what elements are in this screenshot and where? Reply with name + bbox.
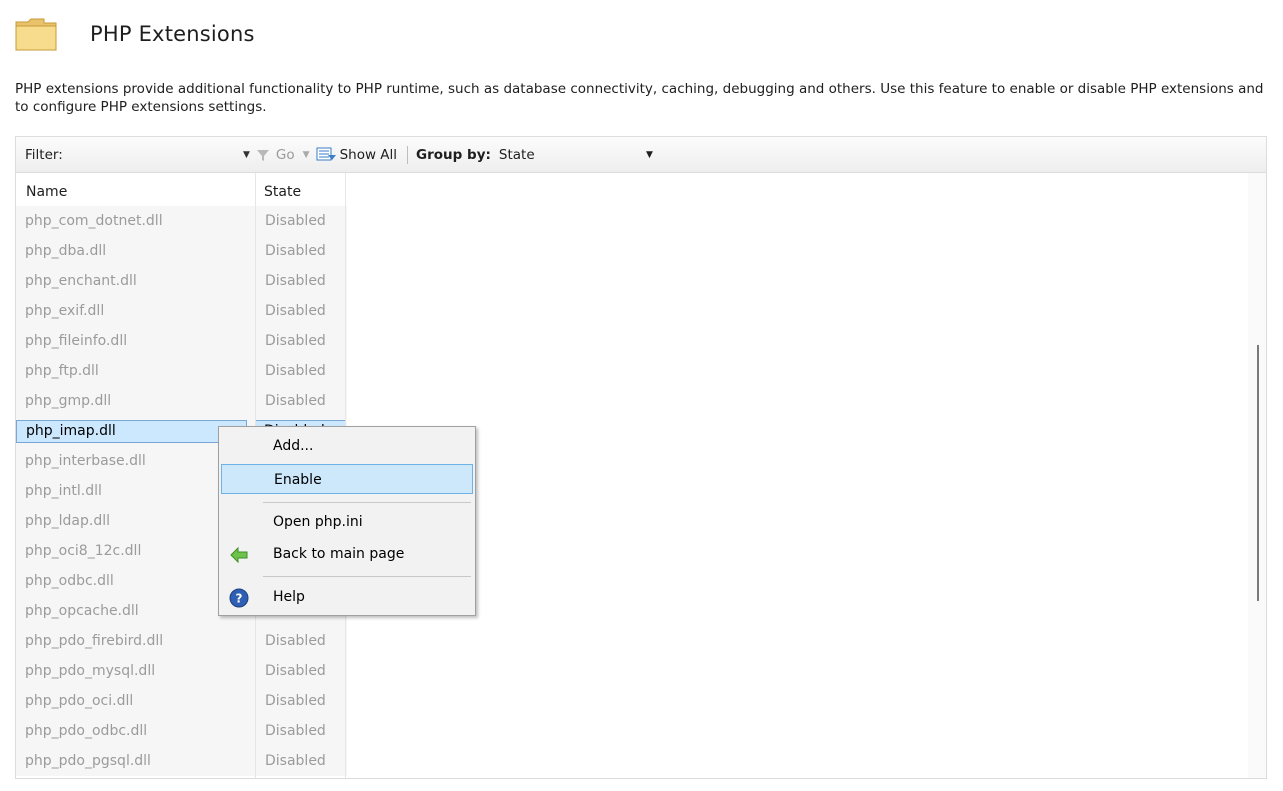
extension-name: php_opcache.dll bbox=[25, 603, 139, 619]
show-all-button[interactable]: Show All bbox=[316, 146, 397, 164]
group-by-value: State bbox=[498, 146, 535, 163]
extension-state: Disabled bbox=[265, 213, 326, 229]
funnel-icon bbox=[256, 149, 269, 161]
go-button[interactable]: Go bbox=[256, 147, 295, 163]
extension-name: php_pdo_oci.dll bbox=[25, 693, 134, 709]
extension-state: Disabled bbox=[265, 393, 326, 409]
extension-name: php_ftp.dll bbox=[25, 363, 99, 379]
show-all-icon bbox=[316, 147, 336, 160]
extension-name: php_pdo_mysql.dll bbox=[25, 663, 156, 679]
table-row[interactable]: php_gmp.dll Disabled bbox=[16, 386, 347, 416]
menu-separator bbox=[263, 576, 471, 577]
show-all-label: Show All bbox=[339, 146, 398, 163]
extensions-list: Name ^ State php_com_dotnet.dllDisabledp… bbox=[15, 172, 1267, 779]
table-row[interactable]: php_enchant.dll Disabled bbox=[16, 266, 347, 296]
table-row[interactable]: php_pdo_firebird.dll Disabled bbox=[16, 626, 347, 656]
extension-name: php_intl.dll bbox=[25, 483, 102, 499]
svg-text:?: ? bbox=[236, 592, 243, 606]
table-row[interactable]: php_pdo_mysql.dll Disabled bbox=[16, 656, 347, 686]
help-icon: ? bbox=[229, 588, 249, 608]
menu-item-label: Back to main page bbox=[273, 546, 405, 562]
filter-toolbar: Filter: ▼ Go ▼ Show All Group by: State … bbox=[15, 136, 1267, 172]
extension-name: php_pdo_pgsql.dll bbox=[25, 753, 151, 769]
scrollbar-thumb[interactable] bbox=[1257, 345, 1259, 601]
table-row[interactable]: php_exif.dll Disabled bbox=[16, 296, 347, 326]
group-by-select[interactable]: State ▼ bbox=[499, 147, 659, 163]
page-title: PHP Extensions bbox=[90, 22, 255, 46]
extension-state: Disabled bbox=[265, 633, 326, 649]
table-row[interactable]: php_fileinfo.dll Disabled bbox=[16, 326, 347, 356]
menu-item-enable[interactable]: Enable bbox=[221, 464, 473, 494]
sort-ascending-icon: ^ bbox=[134, 173, 143, 174]
toolbar-divider bbox=[407, 145, 409, 164]
extension-state: Disabled bbox=[265, 663, 326, 679]
menu-item-back-to-main[interactable]: Back to main page bbox=[221, 539, 473, 569]
menu-separator bbox=[263, 502, 471, 503]
filter-label: Filter: bbox=[25, 146, 63, 163]
context-menu: Add... Enable Open php.ini Back to main … bbox=[218, 426, 476, 616]
extension-name: php_fileinfo.dll bbox=[25, 333, 128, 349]
menu-item-label: Help bbox=[273, 589, 305, 605]
extension-state: Disabled bbox=[265, 753, 326, 769]
extension-name: php_ldap.dll bbox=[25, 513, 111, 529]
table-row[interactable]: php_dba.dll Disabled bbox=[16, 236, 347, 266]
extension-state: Disabled bbox=[265, 273, 326, 289]
menu-item-open-php-ini[interactable]: Open php.ini bbox=[221, 507, 473, 537]
extension-name: php_gmp.dll bbox=[25, 393, 112, 409]
extension-name: php_odbc.dll bbox=[25, 573, 114, 589]
extension-name: php_pdo_odbc.dll bbox=[25, 723, 148, 739]
table-row[interactable]: php_pdo_odbc.dll Disabled bbox=[16, 716, 347, 746]
go-dropdown-icon[interactable]: ▼ bbox=[303, 150, 310, 160]
group-by-label: Group by: bbox=[416, 146, 491, 163]
table-row[interactable]: php_pdo_oci.dll Disabled bbox=[16, 686, 347, 716]
filter-input[interactable] bbox=[71, 142, 235, 167]
extension-name: php_com_dotnet.dll bbox=[25, 213, 163, 229]
extension-name: php_dba.dll bbox=[25, 243, 107, 259]
extension-name: php_oci8_12c.dll bbox=[25, 543, 142, 559]
page-description: PHP extensions provide additional functi… bbox=[15, 81, 1264, 115]
table-row[interactable]: php_com_dotnet.dll Disabled bbox=[16, 206, 347, 236]
extension-name: php_interbase.dll bbox=[25, 453, 146, 469]
extension-state: Disabled bbox=[265, 363, 326, 379]
table-row[interactable]: php_pdo_pgsql.dll Disabled bbox=[16, 746, 347, 776]
extension-state: Disabled bbox=[265, 243, 326, 259]
extension-name: php_pdo_firebird.dll bbox=[25, 633, 164, 649]
extension-state: Disabled bbox=[265, 693, 326, 709]
menu-item-label: Enable bbox=[274, 472, 322, 488]
extension-state: Disabled bbox=[265, 333, 326, 349]
filter-dropdown-icon[interactable]: ▼ bbox=[243, 150, 250, 160]
go-label: Go bbox=[275, 146, 295, 163]
menu-item-add[interactable]: Add... bbox=[221, 431, 473, 461]
extension-name: php_enchant.dll bbox=[25, 273, 137, 289]
chevron-down-icon: ▼ bbox=[645, 149, 653, 160]
extension-state: Disabled bbox=[265, 303, 326, 319]
table-row[interactable]: php_ftp.dll Disabled bbox=[16, 356, 347, 386]
back-arrow-icon bbox=[230, 546, 248, 564]
vertical-scrollbar[interactable] bbox=[1248, 173, 1266, 778]
column-header-state[interactable]: State bbox=[264, 173, 301, 209]
menu-item-help[interactable]: ? Help bbox=[221, 582, 473, 612]
menu-item-label: Open php.ini bbox=[273, 514, 363, 530]
extension-name: php_imap.dll bbox=[16, 420, 247, 443]
column-header-name[interactable]: Name bbox=[26, 173, 67, 209]
menu-item-label: Add... bbox=[273, 438, 314, 454]
extension-state: Disabled bbox=[265, 723, 326, 739]
extension-name: php_exif.dll bbox=[25, 303, 105, 319]
page-header: PHP Extensions bbox=[14, 12, 255, 56]
folder-icon bbox=[14, 16, 58, 52]
